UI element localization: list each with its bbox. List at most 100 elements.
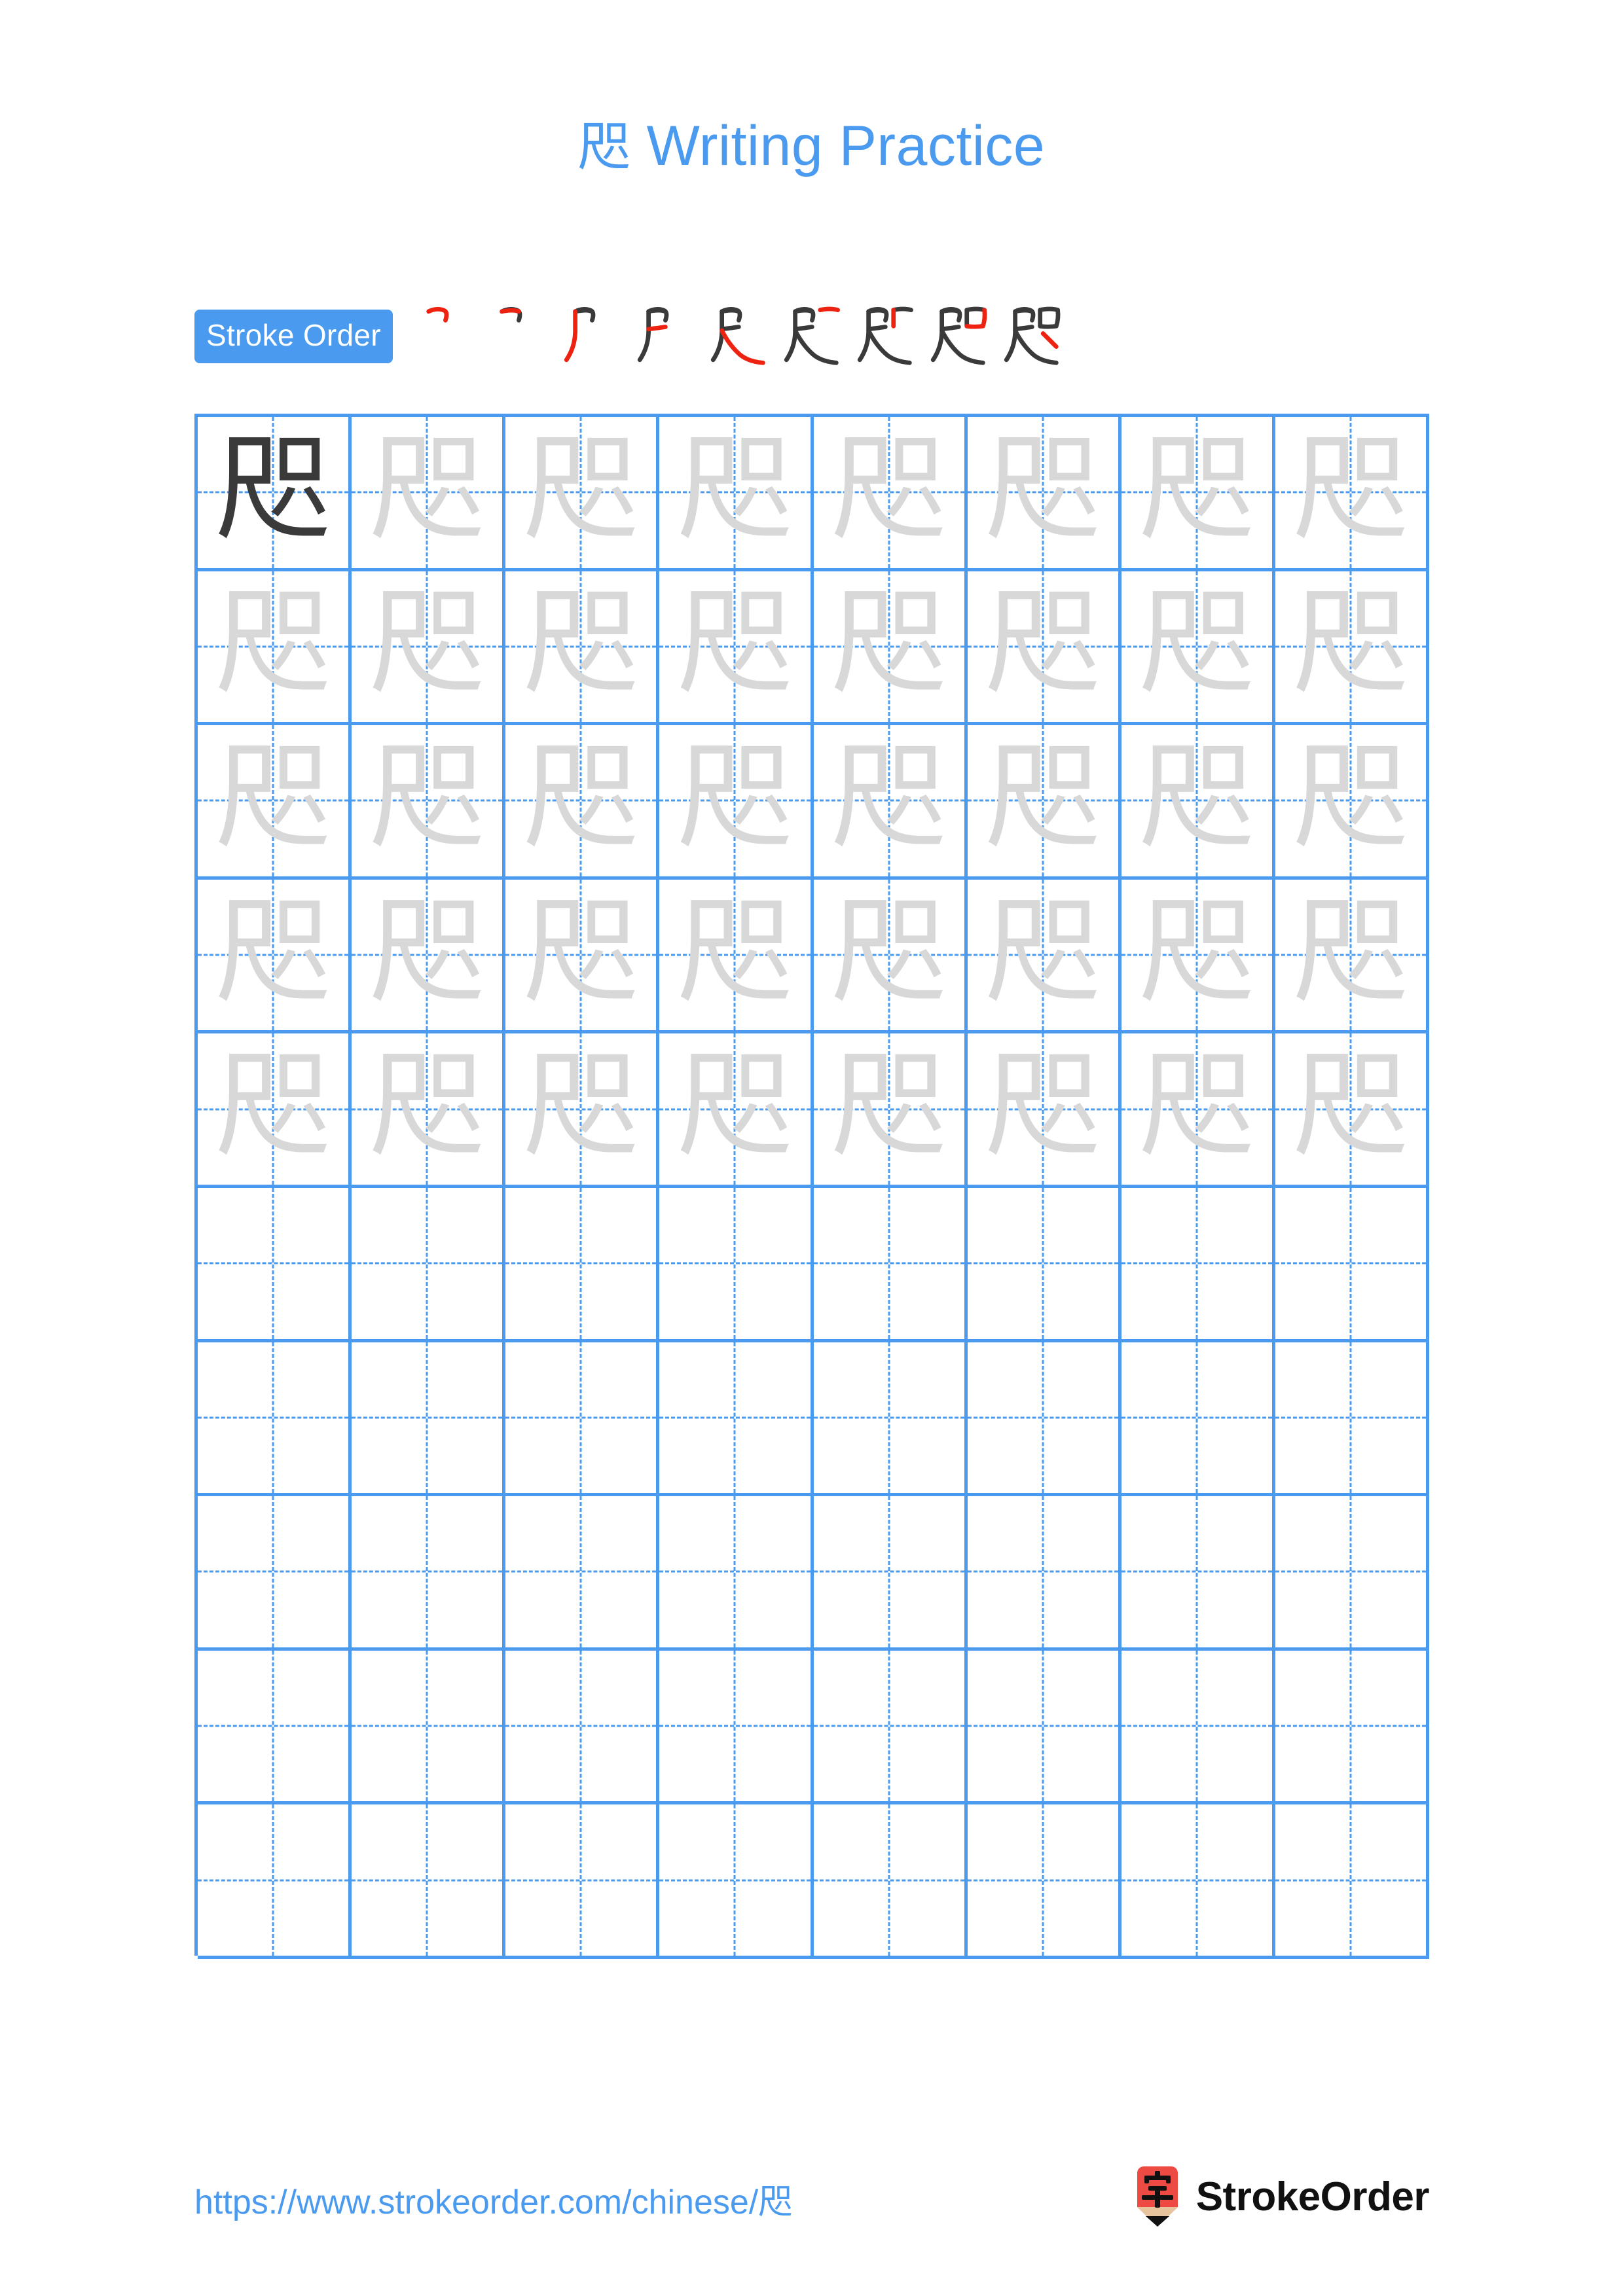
practice-cell-r1-c7[interactable]: 咫 (1121, 417, 1275, 571)
practice-cell-r8-c5[interactable] (813, 1496, 968, 1651)
practice-cell-r9-c3[interactable] (505, 1650, 660, 1805)
practice-cell-r2-c2[interactable]: 咫 (352, 571, 506, 726)
practice-cell-r4-c1[interactable]: 咫 (198, 879, 352, 1034)
practice-cell-r4-c6[interactable]: 咫 (967, 879, 1122, 1034)
practice-cell-r10-c7[interactable] (1121, 1804, 1275, 1959)
practice-cell-r9-c2[interactable] (352, 1650, 506, 1805)
practice-cell-r9-c7[interactable] (1121, 1650, 1275, 1805)
practice-cell-r10-c1[interactable] (198, 1804, 352, 1959)
stroke-step-1 (412, 300, 486, 373)
practice-character: 咫 (369, 423, 484, 556)
practice-cell-r1-c5[interactable]: 咫 (813, 417, 968, 571)
practice-cell-r4-c8[interactable]: 咫 (1275, 879, 1429, 1034)
page-title: 咫 Writing Practice (0, 105, 1623, 181)
practice-cell-r7-c7[interactable] (1121, 1342, 1275, 1497)
practice-cell-r8-c7[interactable] (1121, 1496, 1275, 1651)
practice-cell-r6-c7[interactable] (1121, 1187, 1275, 1342)
practice-grid-row: 咫咫咫咫咫咫咫咫 (198, 1033, 1429, 1188)
page-title-suffix: Writing Practice (630, 115, 1046, 177)
practice-cell-r5-c8[interactable]: 咫 (1275, 1033, 1429, 1188)
practice-cell-r3-c8[interactable]: 咫 (1275, 725, 1429, 880)
practice-cell-r4-c5[interactable]: 咫 (813, 879, 968, 1034)
practice-cell-r6-c6[interactable] (967, 1187, 1122, 1342)
practice-cell-r4-c4[interactable]: 咫 (659, 879, 814, 1034)
stroke-order-section: Stroke Order (194, 305, 1072, 368)
practice-cell-r6-c5[interactable] (813, 1187, 968, 1342)
practice-cell-r10-c8[interactable] (1275, 1804, 1429, 1959)
practice-cell-r1-c2[interactable]: 咫 (352, 417, 506, 571)
practice-cell-r9-c6[interactable] (967, 1650, 1122, 1805)
practice-cell-r1-c3[interactable]: 咫 (505, 417, 660, 571)
practice-character: 咫 (985, 886, 1101, 1019)
practice-cell-r5-c5[interactable]: 咫 (813, 1033, 968, 1188)
practice-cell-r5-c6[interactable]: 咫 (967, 1033, 1122, 1188)
practice-cell-r1-c1[interactable]: 咫 (198, 417, 352, 571)
practice-character: 咫 (369, 1040, 484, 1174)
practice-cell-r9-c5[interactable] (813, 1650, 968, 1805)
practice-character: 咫 (985, 731, 1101, 865)
practice-cell-r3-c5[interactable]: 咫 (813, 725, 968, 880)
practice-cell-r4-c2[interactable]: 咫 (352, 879, 506, 1034)
practice-cell-r8-c8[interactable] (1275, 1496, 1429, 1651)
practice-cell-r3-c7[interactable]: 咫 (1121, 725, 1275, 880)
practice-cell-r8-c3[interactable] (505, 1496, 660, 1651)
practice-cell-r2-c6[interactable]: 咫 (967, 571, 1122, 726)
practice-cell-r8-c4[interactable] (659, 1496, 814, 1651)
practice-cell-r2-c4[interactable]: 咫 (659, 571, 814, 726)
practice-cell-r5-c4[interactable]: 咫 (659, 1033, 814, 1188)
practice-cell-r1-c4[interactable]: 咫 (659, 417, 814, 571)
practice-cell-r3-c6[interactable]: 咫 (967, 725, 1122, 880)
practice-character: 咫 (1139, 731, 1254, 865)
practice-character: 咫 (1293, 577, 1408, 711)
practice-cell-r7-c8[interactable] (1275, 1342, 1429, 1497)
practice-cell-r6-c8[interactable] (1275, 1187, 1429, 1342)
practice-cell-r5-c1[interactable]: 咫 (198, 1033, 352, 1188)
practice-cell-r2-c1[interactable]: 咫 (198, 571, 352, 726)
practice-cell-r3-c2[interactable]: 咫 (352, 725, 506, 880)
practice-cell-r7-c3[interactable] (505, 1342, 660, 1497)
practice-cell-r5-c7[interactable]: 咫 (1121, 1033, 1275, 1188)
practice-cell-r6-c3[interactable] (505, 1187, 660, 1342)
practice-cell-r6-c2[interactable] (352, 1187, 506, 1342)
practice-grid-row: 咫咫咫咫咫咫咫咫 (198, 725, 1429, 880)
practice-cell-r1-c8[interactable]: 咫 (1275, 417, 1429, 571)
practice-cell-r7-c6[interactable] (967, 1342, 1122, 1497)
practice-cell-r8-c6[interactable] (967, 1496, 1122, 1651)
practice-cell-r6-c1[interactable] (198, 1187, 352, 1342)
practice-cell-r10-c6[interactable] (967, 1804, 1122, 1959)
practice-cell-r5-c3[interactable]: 咫 (505, 1033, 660, 1188)
practice-cell-r2-c8[interactable]: 咫 (1275, 571, 1429, 726)
practice-character: 咫 (215, 886, 331, 1019)
practice-character: 咫 (369, 886, 484, 1019)
practice-cell-r2-c5[interactable]: 咫 (813, 571, 968, 726)
practice-cell-r4-c3[interactable]: 咫 (505, 879, 660, 1034)
practice-cell-r1-c6[interactable]: 咫 (967, 417, 1122, 571)
practice-character: 咫 (369, 731, 484, 865)
practice-cell-r6-c4[interactable] (659, 1187, 814, 1342)
practice-cell-r3-c1[interactable]: 咫 (198, 725, 352, 880)
practice-cell-r7-c5[interactable] (813, 1342, 968, 1497)
practice-cell-r10-c3[interactable] (505, 1804, 660, 1959)
stroke-step-6 (779, 300, 852, 373)
practice-grid-row (198, 1342, 1429, 1497)
practice-cell-r2-c3[interactable]: 咫 (505, 571, 660, 726)
practice-cell-r3-c4[interactable]: 咫 (659, 725, 814, 880)
footer-url-link[interactable]: https://www.strokeorder.com/chinese/咫 (194, 2174, 792, 2223)
practice-cell-r7-c4[interactable] (659, 1342, 814, 1497)
practice-cell-r10-c4[interactable] (659, 1804, 814, 1959)
practice-cell-r10-c2[interactable] (352, 1804, 506, 1959)
practice-cell-r3-c3[interactable]: 咫 (505, 725, 660, 880)
practice-cell-r9-c4[interactable] (659, 1650, 814, 1805)
practice-cell-r7-c1[interactable] (198, 1342, 352, 1497)
practice-character: 咫 (677, 577, 792, 711)
practice-cell-r4-c7[interactable]: 咫 (1121, 879, 1275, 1034)
practice-cell-r10-c5[interactable] (813, 1804, 968, 1959)
practice-cell-r9-c8[interactable] (1275, 1650, 1429, 1805)
practice-cell-r2-c7[interactable]: 咫 (1121, 571, 1275, 726)
practice-cell-r9-c1[interactable] (198, 1650, 352, 1805)
practice-cell-r8-c2[interactable] (352, 1496, 506, 1651)
practice-grid-row: 咫咫咫咫咫咫咫咫 (198, 879, 1429, 1034)
practice-cell-r8-c1[interactable] (198, 1496, 352, 1651)
practice-cell-r7-c2[interactable] (352, 1342, 506, 1497)
practice-cell-r5-c2[interactable]: 咫 (352, 1033, 506, 1188)
